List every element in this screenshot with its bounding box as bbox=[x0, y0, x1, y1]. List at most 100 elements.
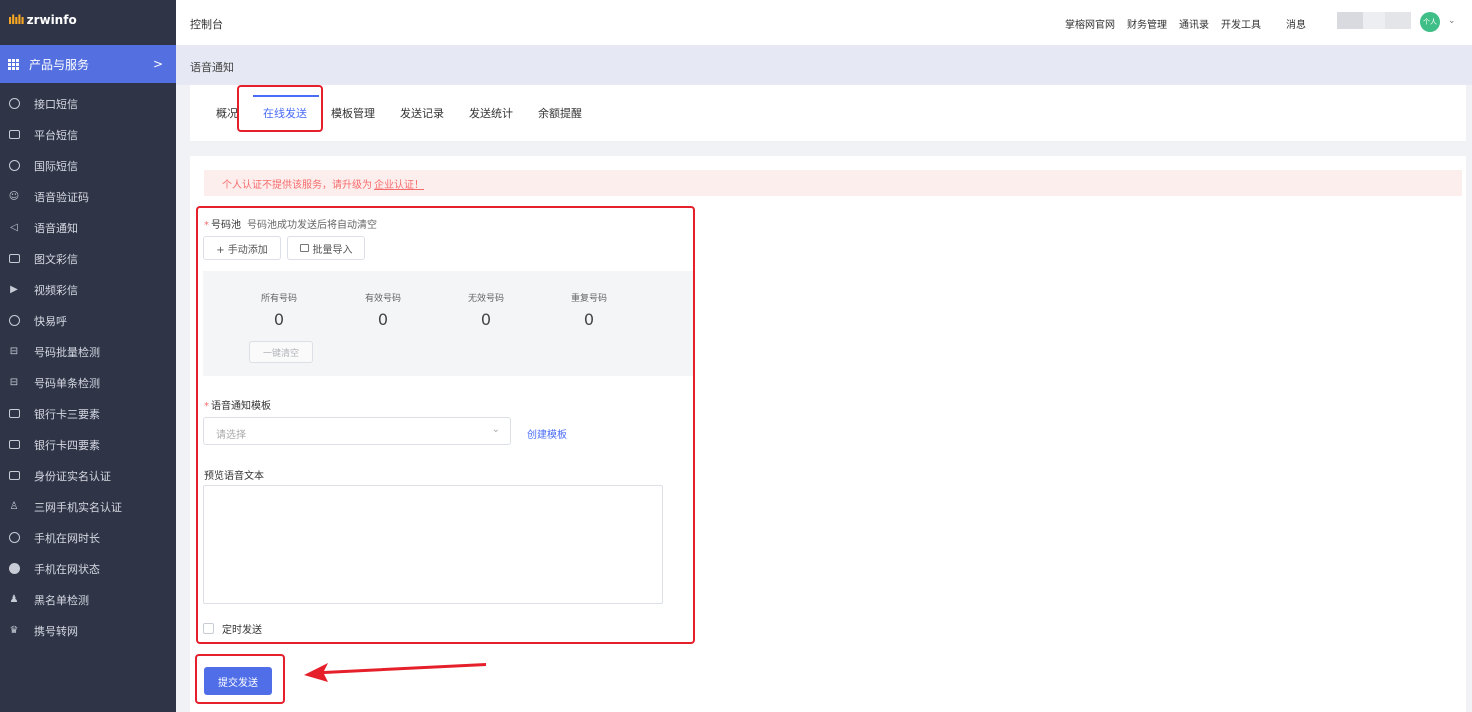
sidebar-item-phone-realname[interactable]: ♙ 三网手机实名认证 bbox=[0, 491, 176, 522]
sidebar-menu: 接口短信 平台短信 国际短信 ☺ 语音验证码 ◁ 语音通知 图文彩信 ▶ 视频彩… bbox=[0, 88, 176, 646]
tab-overview[interactable]: 概况 bbox=[216, 105, 238, 121]
video-icon: ▶ bbox=[10, 284, 18, 295]
number-pool-title: 号码池 bbox=[211, 220, 241, 231]
tab-bar: 概况 在线发送 模板管理 发送记录 发送统计 余额提醒 bbox=[190, 85, 1466, 141]
card-icon bbox=[8, 408, 20, 420]
stat-value: 0 bbox=[377, 310, 389, 329]
checkbox-box[interactable] bbox=[203, 623, 214, 634]
sidebar-item-label: 携号转网 bbox=[34, 624, 78, 638]
brand-logo[interactable]: ılılı zrwinfo bbox=[0, 0, 176, 40]
sidebar-item-quick-call[interactable]: 快易呼 bbox=[0, 305, 176, 336]
sidebar-item-label: 银行卡四要素 bbox=[34, 438, 100, 452]
stat-label: 所有号码 bbox=[260, 294, 297, 304]
chevron-down-icon: ⌄ bbox=[491, 424, 500, 435]
submit-send-button[interactable]: 提交发送 bbox=[204, 667, 272, 695]
alert-text: 个人认证不提供该服务，请升级为 bbox=[222, 179, 372, 191]
sidebar-item-image-mms[interactable]: 图文彩信 bbox=[0, 243, 176, 274]
transfer-icon: ♛ bbox=[9, 625, 19, 636]
stat-valid-numbers: 有效号码 0 bbox=[333, 291, 433, 329]
stat-all-numbers: 所有号码 0 bbox=[229, 291, 329, 329]
products-and-services-menu[interactable]: 产品与服务 > bbox=[0, 45, 176, 83]
sidebar-item-label: 三网手机实名认证 bbox=[34, 500, 122, 514]
sidebar-item-id-verification[interactable]: 身份证实名认证 bbox=[0, 460, 176, 491]
brand-mark-icon: ılılı bbox=[8, 13, 25, 27]
sidebar-item-phone-online-duration[interactable]: 手机在网时长 bbox=[0, 522, 176, 553]
sidebar-item-number-portability[interactable]: ♛ 携号转网 bbox=[0, 615, 176, 646]
tab-balance-reminder[interactable]: 余额提醒 bbox=[538, 105, 582, 121]
template-label: * 语音通知模板 bbox=[204, 401, 271, 412]
mic-icon: ☺ bbox=[8, 191, 20, 202]
upgrade-enterprise-link[interactable]: 企业认证！ bbox=[374, 176, 424, 191]
sidebar: ılılı zrwinfo 产品与服务 > 接口短信 平台短信 国际短信 ☺ 语… bbox=[0, 0, 176, 712]
schedule-send-checkbox[interactable]: 定时发送 bbox=[203, 621, 262, 636]
status-dot-icon bbox=[8, 563, 20, 575]
sidebar-item-api-sms[interactable]: 接口短信 bbox=[0, 88, 176, 119]
sidebar-item-label: 图文彩信 bbox=[34, 252, 78, 266]
globe-icon bbox=[8, 160, 20, 172]
clear-all-button[interactable]: 一键清空 bbox=[249, 341, 313, 363]
top-link-contacts[interactable]: 通讯录 bbox=[1179, 16, 1209, 31]
tab-send-statistics[interactable]: 发送统计 bbox=[469, 105, 513, 121]
stat-label: 有效号码 bbox=[364, 294, 401, 304]
scan-single-icon: ⊟ bbox=[9, 377, 19, 388]
sidebar-item-label: 手机在网状态 bbox=[34, 562, 100, 576]
preview-text-area[interactable] bbox=[203, 485, 663, 604]
console-title[interactable]: 控制台 bbox=[190, 16, 223, 32]
sidebar-item-label: 视频彩信 bbox=[34, 283, 78, 297]
active-tab-indicator bbox=[253, 95, 319, 97]
id-card-icon bbox=[8, 470, 20, 482]
blacklist-icon: ♟ bbox=[9, 594, 19, 605]
sidebar-item-international-sms[interactable]: 国际短信 bbox=[0, 150, 176, 181]
batch-import-button[interactable]: 批量导入 bbox=[287, 236, 365, 260]
sidebar-item-voice-notice[interactable]: ◁ 语音通知 bbox=[0, 212, 176, 243]
sidebar-item-label: 号码单条检测 bbox=[34, 376, 100, 390]
sidebar-item-label: 身份证实名认证 bbox=[34, 469, 111, 483]
send-form-card: 个人认证不提供该服务，请升级为 企业认证！ * 号码池 号码池成功发送后将自动清空 … bbox=[190, 156, 1466, 712]
sidebar-item-label: 号码批量检测 bbox=[34, 345, 100, 359]
folder-icon bbox=[299, 244, 309, 252]
sidebar-item-label: 手机在网时长 bbox=[34, 531, 100, 545]
stat-duplicate-numbers: 重复号码 0 bbox=[539, 291, 639, 329]
top-link-official-site[interactable]: 掌榕网官网 bbox=[1065, 16, 1115, 31]
messages-link[interactable]: 消息 bbox=[1286, 16, 1306, 31]
manual-add-button[interactable]: + 手动添加 bbox=[203, 236, 281, 260]
chevron-down-icon[interactable]: ⌄ bbox=[1448, 16, 1456, 26]
products-and-services-label: 产品与服务 bbox=[29, 57, 90, 72]
sidebar-item-blacklist-check[interactable]: ♟ 黑名单检测 bbox=[0, 584, 176, 615]
stat-label: 无效号码 bbox=[467, 294, 504, 304]
sidebar-item-bankcard-three[interactable]: 银行卡三要素 bbox=[0, 398, 176, 429]
topbar: 控制台 掌榕网官网 财务管理 通讯录 开发工具 消息 个人 ⌄ bbox=[176, 0, 1472, 45]
create-template-link[interactable]: 创建模板 bbox=[527, 426, 567, 441]
sidebar-item-voice-code[interactable]: ☺ 语音验证码 bbox=[0, 181, 176, 212]
avatar[interactable]: 个人 bbox=[1420, 12, 1440, 32]
tab-send-records[interactable]: 发送记录 bbox=[400, 105, 444, 121]
template-select-placeholder: 请选择 bbox=[216, 430, 246, 441]
sidebar-item-label: 快易呼 bbox=[34, 314, 67, 328]
sidebar-item-single-number-check[interactable]: ⊟ 号码单条检测 bbox=[0, 367, 176, 398]
template-title: 语音通知模板 bbox=[211, 401, 271, 412]
top-link-dev-tools[interactable]: 开发工具 bbox=[1221, 16, 1261, 31]
sidebar-item-batch-number-check[interactable]: ⊟ 号码批量检测 bbox=[0, 336, 176, 367]
top-link-finance[interactable]: 财务管理 bbox=[1127, 16, 1167, 31]
speaker-icon: ◁ bbox=[10, 222, 18, 233]
brand-name: zrwinfo bbox=[26, 13, 77, 27]
sidebar-item-video-mms[interactable]: ▶ 视频彩信 bbox=[0, 274, 176, 305]
phone-circle-icon bbox=[8, 315, 20, 327]
schedule-send-label: 定时发送 bbox=[222, 625, 262, 636]
template-select[interactable]: 请选择 ⌄ bbox=[203, 417, 511, 445]
number-pool-hint: 号码池成功发送后将自动清空 bbox=[247, 220, 377, 231]
sidebar-item-bankcard-four[interactable]: 银行卡四要素 bbox=[0, 429, 176, 460]
top-nav-links: 掌榕网官网 财务管理 通讯录 开发工具 bbox=[1065, 16, 1273, 31]
user-check-icon: ♙ bbox=[9, 501, 19, 512]
stat-label: 重复号码 bbox=[570, 294, 607, 304]
stat-value: 0 bbox=[480, 310, 492, 329]
sidebar-item-label: 平台短信 bbox=[34, 128, 78, 142]
page-title: 语音通知 bbox=[190, 61, 234, 74]
sidebar-item-platform-sms[interactable]: 平台短信 bbox=[0, 119, 176, 150]
card-four-icon bbox=[8, 439, 20, 451]
tab-online-send[interactable]: 在线发送 bbox=[263, 105, 307, 121]
sidebar-item-label: 黑名单检测 bbox=[34, 593, 89, 607]
sidebar-item-phone-online-status[interactable]: 手机在网状态 bbox=[0, 553, 176, 584]
number-pool-stats: 所有号码 0 有效号码 0 无效号码 0 重复号码 0 一键清空 bbox=[203, 271, 693, 376]
tab-template-management[interactable]: 模板管理 bbox=[331, 105, 375, 121]
